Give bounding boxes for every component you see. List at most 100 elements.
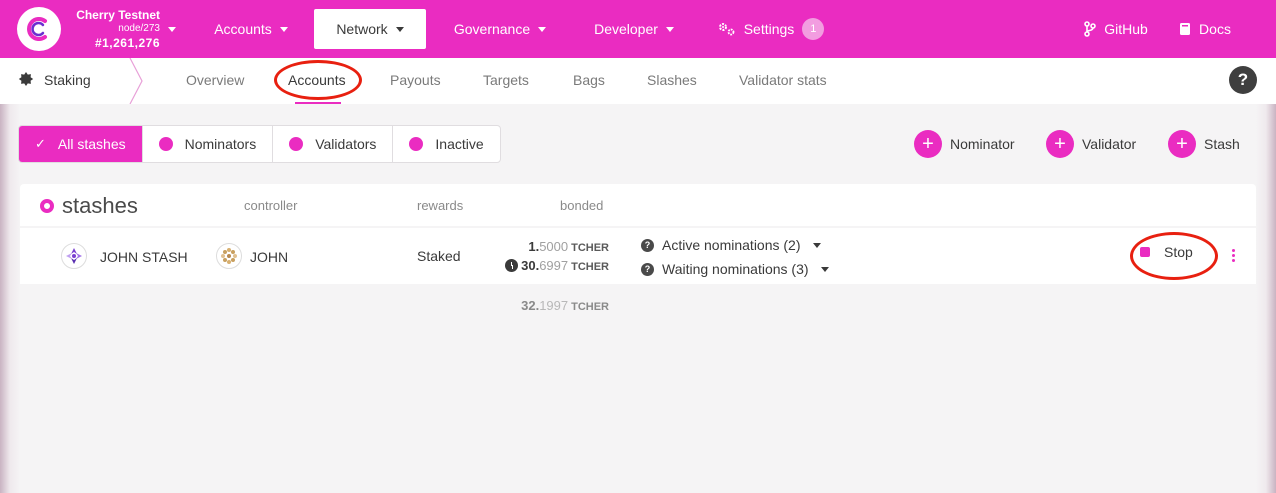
active-tab-indicator: [295, 102, 341, 104]
chevron-down-icon: [820, 266, 829, 272]
chevron-down-icon: [279, 26, 288, 32]
chevron-down-icon: [395, 26, 404, 32]
dot-icon: [158, 137, 173, 151]
plus-icon: +: [1046, 130, 1074, 158]
chevron-down-icon: [812, 242, 821, 248]
filter-all-stashes[interactable]: ✓ All stashes: [19, 126, 143, 162]
node-version: node/273: [118, 23, 160, 34]
plus-icon: +: [1168, 130, 1196, 158]
rewards-status: Staked: [417, 248, 461, 264]
table-row: [20, 228, 1256, 284]
nav-settings[interactable]: Settings 1: [710, 9, 832, 49]
total-unit: TCHER: [571, 301, 609, 313]
check-icon: ✓: [35, 136, 46, 151]
bonded-total: 32.1997 TCHER: [496, 298, 609, 313]
unbonding-amount: 30.6997 TCHER: [490, 258, 609, 273]
add-stash-button[interactable]: + Stash: [1168, 130, 1240, 158]
docs-link[interactable]: Docs: [1172, 9, 1238, 49]
filter-label: Inactive: [435, 136, 484, 152]
chain-logo-icon[interactable]: [17, 7, 61, 51]
top-bar: Cherry Testnet node/273 #1,261,276 Accou…: [0, 0, 1276, 58]
nav-settings-label: Settings: [743, 21, 795, 37]
breadcrumb-chevron-icon: [129, 58, 143, 104]
column-controller: controller: [244, 198, 298, 213]
section-staking: Staking: [18, 72, 91, 88]
ring-icon: [40, 199, 54, 213]
nav-network[interactable]: Network: [314, 9, 426, 49]
chain-name: Cherry Testnet: [76, 8, 160, 22]
nav-developer[interactable]: Developer: [578, 9, 690, 49]
block-number: #1,261,276: [94, 36, 160, 50]
add-validator-button[interactable]: + Validator: [1046, 130, 1136, 158]
table-title-text: stashes: [62, 193, 138, 218]
column-rewards: rewards: [417, 198, 464, 213]
tab-slashes[interactable]: Slashes: [647, 72, 697, 88]
add-nominator-label: Nominator: [950, 136, 1015, 152]
table-header: stashes controller rewards bonded: [20, 184, 1256, 226]
column-bonded: bonded: [560, 198, 604, 213]
nav-accounts[interactable]: Accounts: [196, 9, 306, 49]
waiting-nominations-label: Waiting nominations (3): [662, 261, 809, 277]
active-nominations-label: Active nominations (2): [662, 237, 801, 253]
unbonding-int: 30.: [521, 258, 540, 273]
tab-validator-stats[interactable]: Validator stats: [739, 72, 827, 88]
bonded-amount: 1.5000 TCHER: [490, 239, 609, 254]
section-title: Staking: [44, 72, 91, 88]
tab-targets[interactable]: Targets: [483, 72, 529, 88]
more-options-icon[interactable]: [1232, 249, 1236, 263]
active-nominations-toggle[interactable]: ? Active nominations (2): [641, 237, 821, 253]
waiting-nominations-toggle[interactable]: ? Waiting nominations (3): [641, 261, 829, 277]
add-nominator-button[interactable]: + Nominator: [914, 130, 1015, 158]
chevron-down-icon: [168, 27, 176, 32]
bonded-int: 1.: [528, 239, 540, 254]
gears-icon: [718, 23, 735, 36]
nav-accounts-label: Accounts: [214, 21, 272, 37]
question-icon: ?: [641, 238, 654, 252]
nav-governance[interactable]: Governance: [438, 9, 562, 49]
stash-filter: ✓ All stashes Nominators Validators Inac…: [18, 125, 501, 163]
nav-network-label: Network: [336, 21, 388, 37]
question-icon: ?: [641, 262, 654, 276]
filter-label: Validators: [315, 136, 377, 152]
annotation-circle-accounts: [274, 60, 362, 100]
nav-governance-label: Governance: [453, 21, 531, 37]
settings-badge: 1: [802, 18, 825, 40]
tab-overview[interactable]: Overview: [186, 72, 244, 88]
sub-navigation: Staking Overview Accounts Payouts Target…: [0, 58, 1276, 104]
filter-label: All stashes: [57, 136, 126, 152]
github-label: GitHub: [1104, 21, 1148, 37]
nav-developer-label: Developer: [594, 21, 658, 37]
chevron-down-icon: [665, 26, 674, 32]
certificate-icon: [18, 72, 34, 86]
unbonding-dec: 6997: [539, 258, 569, 273]
filter-label: Nominators: [184, 136, 257, 152]
unbonding-unit: TCHER: [571, 261, 609, 273]
tab-payouts[interactable]: Payouts: [390, 72, 441, 88]
filter-nominators[interactable]: Nominators: [143, 126, 274, 162]
annotation-circle-stop: [1130, 232, 1218, 280]
stash-name: JOHN STASH: [100, 249, 188, 265]
bonded-dec: 5000: [539, 239, 569, 254]
book-icon: [1180, 23, 1191, 35]
docs-label: Docs: [1199, 21, 1231, 37]
github-link[interactable]: GitHub: [1076, 9, 1156, 49]
tab-bags[interactable]: Bags: [573, 72, 605, 88]
bonded-unit: TCHER: [571, 242, 609, 254]
filter-inactive[interactable]: Inactive: [393, 126, 499, 162]
clock-icon[interactable]: [505, 259, 519, 272]
total-dec: 1997: [539, 298, 569, 313]
stash-identicon-icon[interactable]: [61, 243, 87, 269]
chevron-down-icon: [538, 26, 547, 32]
add-validator-label: Validator: [1082, 136, 1137, 152]
plus-icon: +: [914, 130, 942, 158]
filter-validators[interactable]: Validators: [273, 126, 394, 162]
help-icon[interactable]: ?: [1229, 66, 1257, 94]
code-branch-icon: [1084, 21, 1097, 37]
controller-identicon-icon[interactable]: [216, 243, 242, 269]
dot-icon: [289, 137, 304, 151]
total-int: 32.: [521, 298, 540, 313]
controller-name: JOHN: [250, 249, 289, 265]
table-title: stashes: [40, 193, 138, 219]
add-stash-label: Stash: [1204, 136, 1240, 152]
dot-icon: [409, 137, 424, 151]
